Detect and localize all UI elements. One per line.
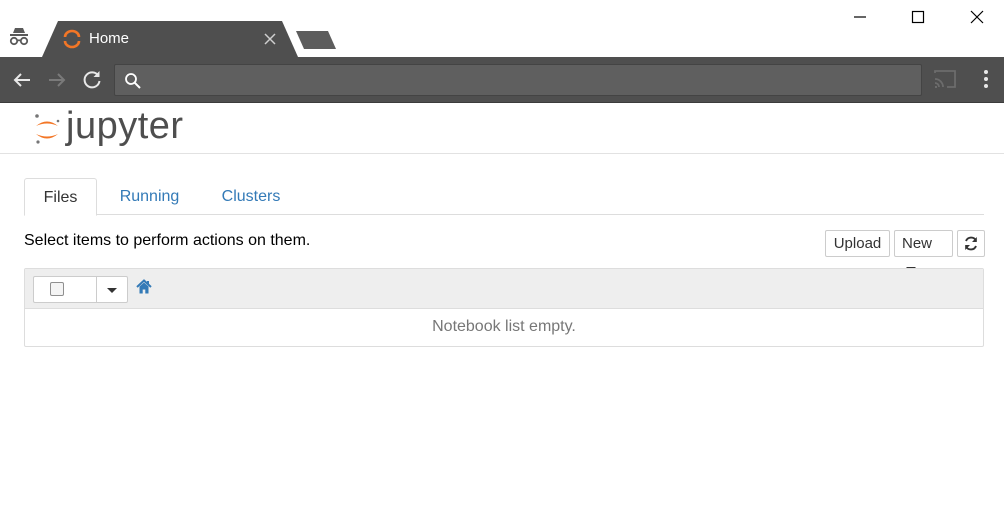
new-tab-button[interactable] — [294, 28, 340, 52]
empty-list-message: Notebook list empty. — [432, 318, 576, 335]
home-icon[interactable] — [136, 279, 152, 295]
maximize-icon — [911, 10, 925, 24]
select-all-checkbox[interactable] — [50, 282, 64, 296]
window-close-icon — [970, 10, 984, 24]
notebook-list-header — [25, 269, 983, 309]
jupyter-logo-icon[interactable] — [32, 112, 62, 146]
chevron-down-icon — [107, 288, 117, 293]
forward-arrow-icon — [49, 73, 66, 87]
browser-tab-title: Home — [89, 30, 130, 47]
tab-files[interactable]: Files — [24, 178, 97, 216]
new-dropdown-button[interactable]: New — [894, 230, 953, 272]
browser-toolbar — [0, 57, 1004, 103]
back-arrow-icon[interactable] — [9, 67, 35, 93]
search-icon — [125, 73, 141, 89]
cast-icon[interactable] — [933, 68, 957, 90]
refresh-icon — [965, 236, 977, 251]
address-input[interactable] — [151, 65, 911, 95]
address-bar[interactable] — [114, 64, 922, 96]
upload-button-label: Upload — [833, 235, 882, 252]
browser-titlebar: Home — [0, 0, 1004, 57]
jupyter-header: jupyter — [0, 103, 1004, 154]
minimize-button[interactable] — [837, 0, 883, 34]
select-dropdown-toggle[interactable] — [97, 277, 127, 302]
incognito-icon — [9, 28, 29, 46]
refresh-button[interactable] — [957, 230, 985, 257]
jupyter-favicon-icon — [63, 29, 81, 49]
select-all-control — [33, 276, 128, 303]
window-close-button[interactable] — [954, 0, 1000, 34]
close-icon[interactable] — [261, 30, 279, 48]
new-button-label: New — [902, 235, 933, 252]
notebook-list: Notebook list empty. — [24, 268, 984, 347]
minimize-icon — [854, 16, 866, 18]
selection-hint: Select items to perform actions on them. — [24, 232, 311, 249]
maximize-button[interactable] — [895, 0, 941, 34]
dashboard-tabs: Files Running Clusters — [24, 178, 984, 216]
upload-button[interactable]: Upload — [825, 230, 890, 257]
jupyter-logo-text[interactable]: jupyter — [66, 104, 184, 148]
kebab-menu-icon[interactable] — [976, 66, 996, 92]
tab-running[interactable]: Running — [106, 178, 193, 215]
tab-clusters[interactable]: Clusters — [210, 178, 292, 215]
reload-icon[interactable] — [79, 67, 105, 93]
